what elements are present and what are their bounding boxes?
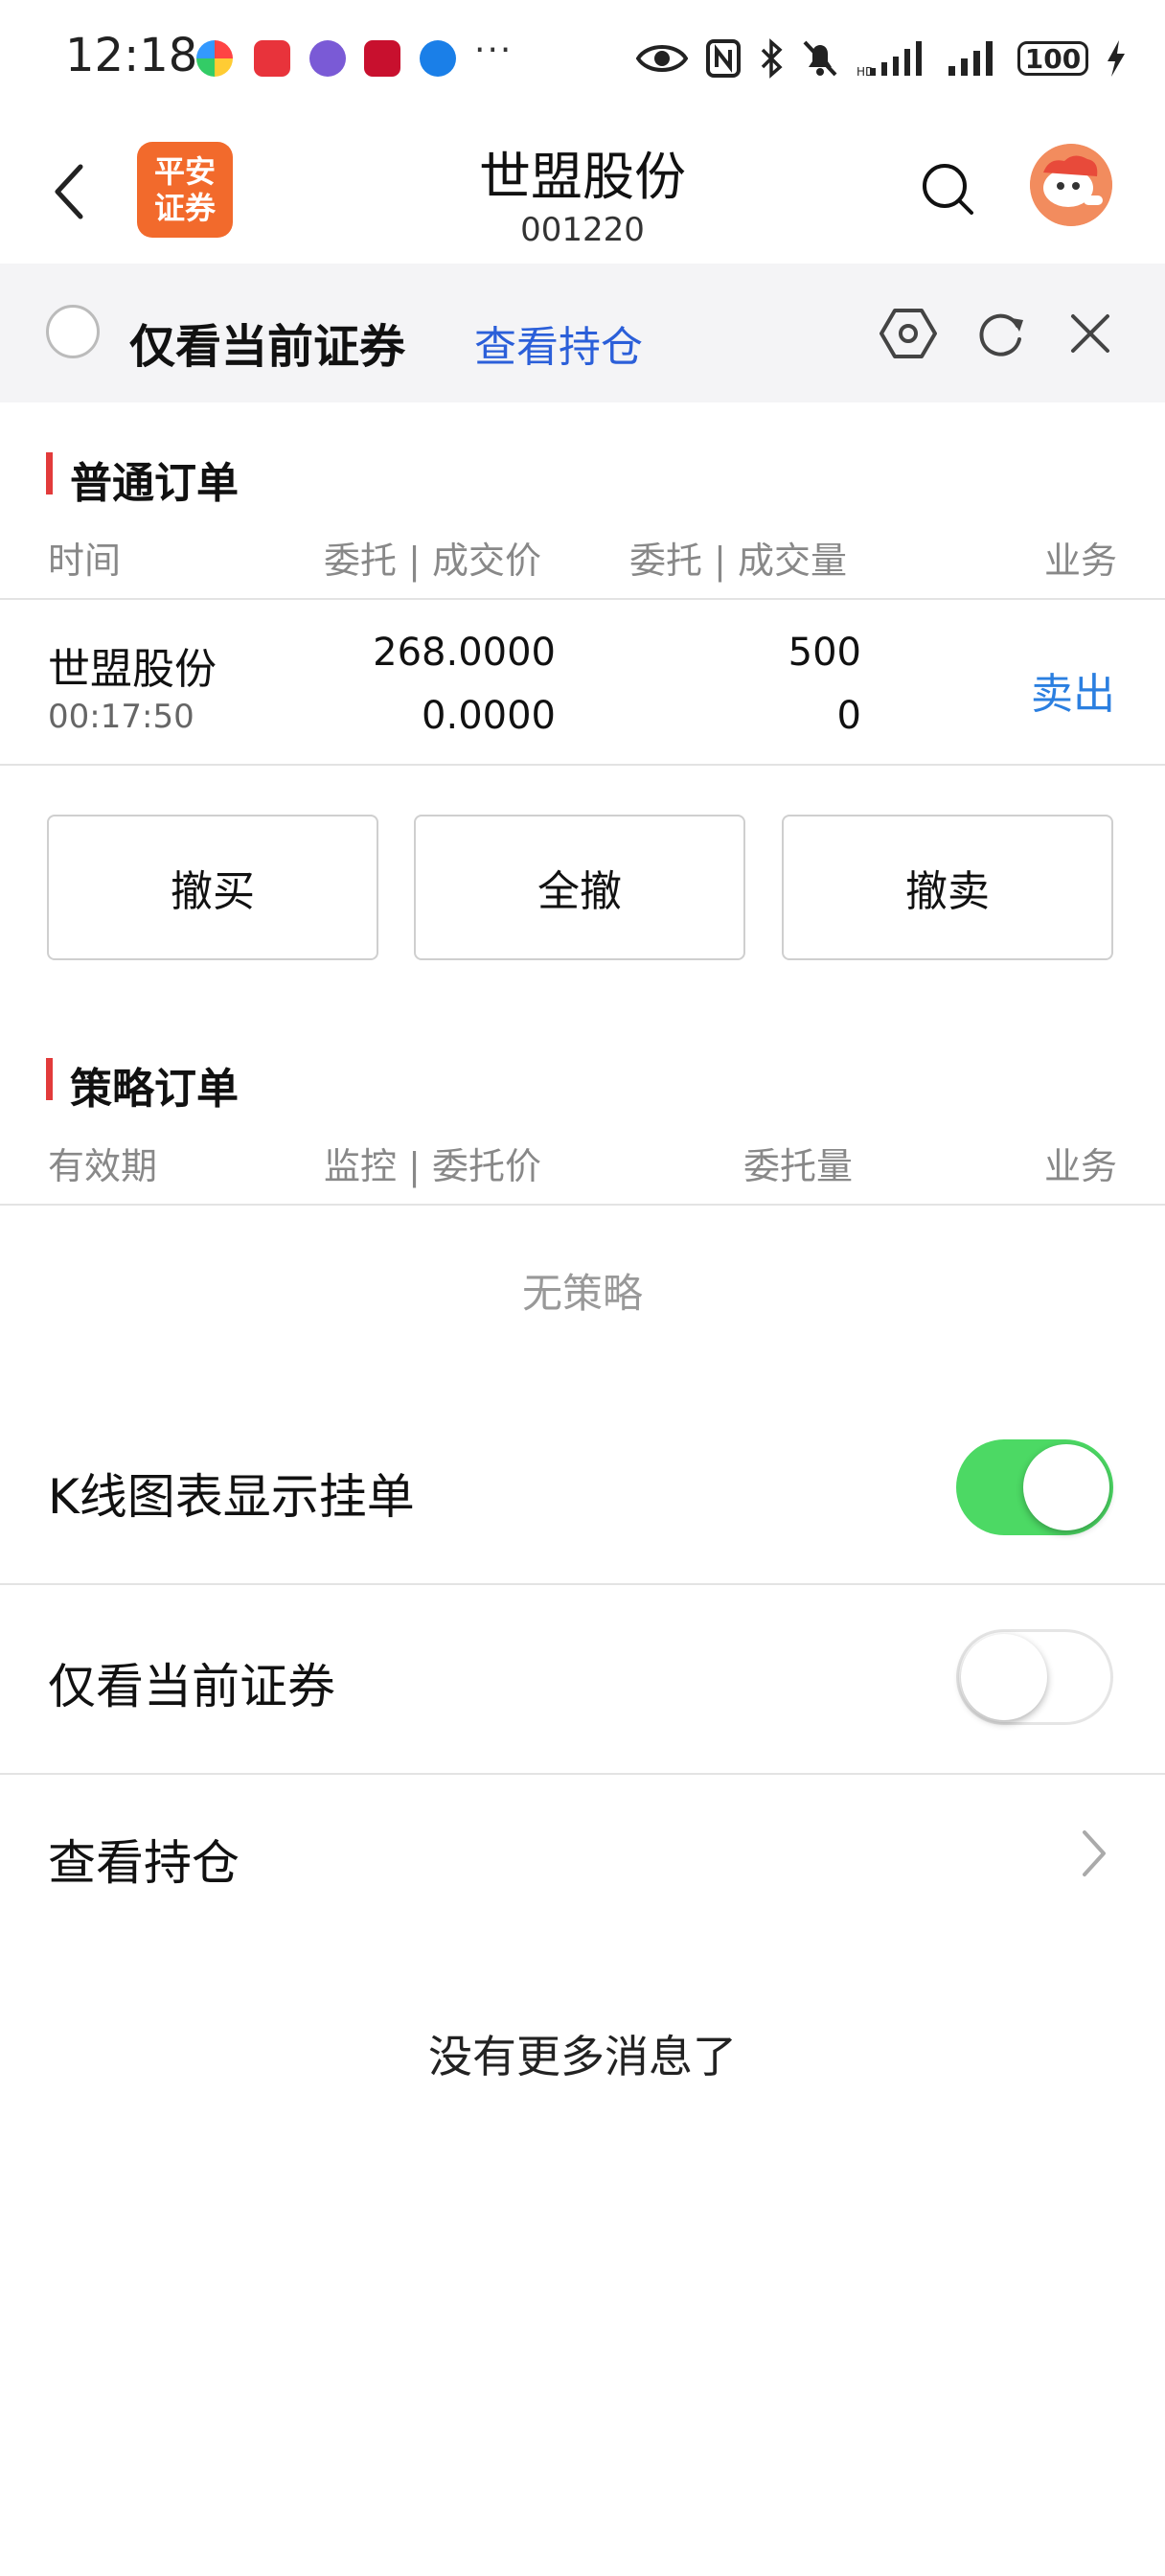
notification-app-icon [420,40,456,77]
refresh-icon[interactable] [971,305,1029,362]
stock-code: 001220 [520,211,645,249]
stock-title: 世盟股份 [479,147,686,207]
hexagon-settings-icon[interactable] [879,305,937,362]
toggle-knob [1023,1444,1109,1530]
notification-app-icon [309,40,346,77]
view-holdings-label: 查看持仓 [48,1835,240,1891]
only-current-toggle[interactable] [956,1629,1113,1725]
view-holdings-link[interactable]: 查看持仓 [474,312,643,374]
charging-icon [1108,40,1125,77]
search-icon[interactable] [920,161,977,218]
chevron-right-icon [1083,1830,1106,1876]
cancel-buy-button[interactable]: 撤买 [47,815,378,960]
divider [0,1204,1165,1206]
only-current-setting-label: 仅看当前证券 [48,1659,335,1714]
only-current-radio[interactable] [46,305,100,358]
kline-show-orders-toggle[interactable] [956,1439,1113,1535]
order-action-sell[interactable]: 卖出 [1031,659,1115,721]
order-stock-name: 世盟股份 [48,645,217,694]
bluetooth-icon [761,38,783,79]
column-header-monitor-price: 监控 | 委托价 [324,1145,541,1187]
only-current-label[interactable]: 仅看当前证券 [129,309,405,376]
signal-icon: HD [857,41,922,78]
more-notifications-icon: ··· [474,31,514,70]
cancel-all-button[interactable]: 全撤 [414,815,745,960]
notification-app-icon [364,40,400,77]
divider [0,764,1165,766]
cancel-sell-button[interactable]: 撤卖 [782,815,1113,960]
close-icon[interactable] [1062,305,1119,362]
order-price: 268.0000 [373,631,556,675]
column-header-validity: 有效期 [48,1145,158,1187]
notification-app-icon [254,40,290,77]
column-header-price: 委托 | 成交价 [324,540,541,582]
column-header-action: 业务 [1043,1145,1117,1187]
strategy-orders-title: 策略订单 [70,1065,239,1114]
notification-app-icon [196,40,233,77]
mute-bell-icon [803,40,837,77]
avatar[interactable] [1030,144,1112,226]
status-icons: HD 100 [636,34,1127,82]
section-marker [46,452,53,494]
nfc-icon [706,39,741,78]
divider [0,1583,1165,1585]
signal-icon [948,41,993,76]
order-time: 00:17:50 [48,698,194,736]
no-strategy-text: 无策略 [521,1270,643,1317]
deal-price: 0.0000 [422,694,556,738]
svg-text:HD: HD [857,65,874,78]
column-header-order-quantity: 委托量 [743,1145,854,1187]
column-header-action: 业务 [1043,540,1117,582]
column-header-time: 时间 [48,540,122,582]
section-marker [46,1058,53,1100]
status-time: 12:18 [65,29,198,82]
eye-icon [636,45,688,72]
column-header-quantity: 委托 | 成交量 [629,540,847,582]
order-quantity: 500 [788,631,861,675]
deal-quantity: 0 [836,694,861,738]
battery-indicator: 100 [1017,41,1088,76]
toggle-knob [961,1634,1047,1720]
kline-show-orders-label: K线图表显示挂单 [48,1469,415,1525]
normal-orders-title: 普通订单 [70,459,239,508]
avatar-face-icon [1030,144,1112,226]
no-more-messages: 没有更多消息了 [428,2031,737,2082]
